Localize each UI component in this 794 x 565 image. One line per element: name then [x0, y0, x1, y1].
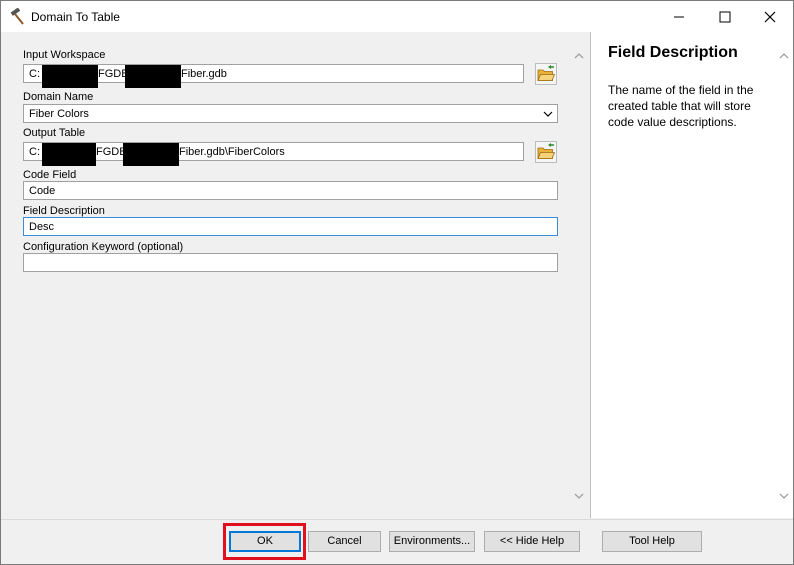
scroll-up-icon[interactable] [574, 52, 584, 60]
output-table-label: Output Table [23, 127, 86, 139]
path-segment: Fiber.gdb\FiberColors [179, 146, 285, 158]
help-title: Field Description [608, 44, 738, 61]
parameter-pane: Input Workspace C: FGDB Fiber.gdb Domain… [2, 32, 587, 518]
open-folder-icon [535, 141, 557, 163]
code-field-label: Code Field [23, 169, 77, 181]
parameter-scrollbar[interactable] [570, 32, 587, 518]
ok-button[interactable]: OK [229, 531, 301, 552]
code-field-input[interactable]: Code [23, 181, 558, 200]
code-field-value: Code [29, 185, 56, 197]
configuration-keyword-label: Configuration Keyword (optional) [23, 241, 184, 253]
help-pane: Field Description The name of the field … [590, 32, 793, 518]
domain-name-dropdown[interactable]: Fiber Colors [23, 104, 558, 123]
domain-name-value: Fiber Colors [29, 108, 89, 120]
help-scrollbar[interactable] [775, 32, 792, 518]
input-workspace-label: Input Workspace [23, 49, 106, 61]
scroll-down-icon[interactable] [574, 492, 584, 500]
output-table-field[interactable]: C: FGDB Fiber.gdb\FiberColors [23, 142, 524, 166]
cancel-button[interactable]: Cancel [308, 531, 381, 552]
browse-workspace-button[interactable] [535, 63, 557, 85]
tool-help-button[interactable]: Tool Help [602, 531, 702, 552]
hammer-icon [9, 7, 27, 26]
redaction-block [42, 65, 98, 88]
configuration-keyword-input[interactable] [23, 253, 558, 272]
scroll-down-icon[interactable] [779, 492, 789, 500]
field-description-value: Desc [29, 221, 55, 233]
path-segment: C: [29, 146, 40, 158]
window-title: Domain To Table [31, 10, 120, 24]
redaction-block [123, 143, 179, 166]
hide-help-button[interactable]: << Hide Help [484, 531, 580, 552]
parameter-form: Input Workspace C: FGDB Fiber.gdb Domain… [22, 42, 562, 512]
path-segment: FGDB [98, 68, 129, 80]
path-segment: C: [29, 68, 40, 80]
maximize-button[interactable] [702, 1, 748, 32]
maximize-icon [719, 11, 731, 23]
minimize-button[interactable] [656, 1, 702, 32]
chevron-down-icon [543, 111, 553, 117]
button-bar: OK Cancel Environments... << Hide Help T… [1, 519, 793, 564]
help-text: The name of the field in the created tab… [608, 83, 754, 129]
domain-name-label: Domain Name [23, 91, 94, 103]
path-segment: Fiber.gdb [181, 68, 227, 80]
field-description-input[interactable]: Desc [23, 217, 558, 236]
scroll-up-icon[interactable] [779, 52, 789, 60]
close-icon [764, 11, 776, 23]
environments-button[interactable]: Environments... [389, 531, 475, 552]
redaction-block [42, 143, 96, 166]
input-workspace-field[interactable]: C: FGDB Fiber.gdb [23, 64, 524, 88]
open-folder-icon [535, 63, 557, 85]
redaction-block [125, 65, 181, 88]
path-segment: FGDB [96, 146, 127, 158]
close-button[interactable] [747, 1, 793, 32]
title-bar[interactable]: Domain To Table [1, 1, 793, 32]
minimize-icon [674, 16, 684, 18]
tool-dialog: Domain To Table Input Workspace C: FGDB … [0, 0, 794, 565]
browse-output-button[interactable] [535, 141, 557, 163]
field-description-label: Field Description [23, 205, 105, 217]
